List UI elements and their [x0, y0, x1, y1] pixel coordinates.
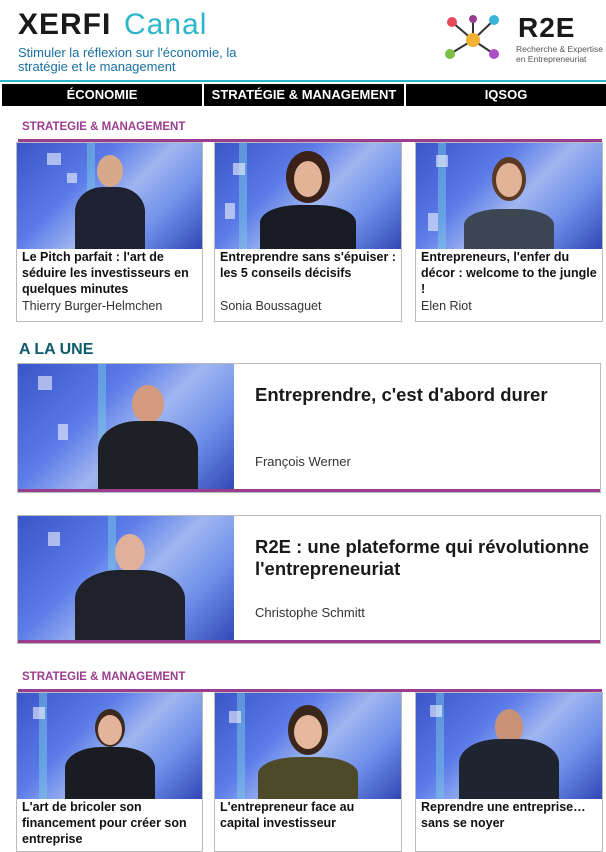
video-title[interactable]: Entreprendre sans s'épuiser : les 5 cons… [220, 249, 397, 281]
video-card[interactable]: Entreprendre sans s'épuiser : les 5 cons… [214, 142, 402, 322]
video-title[interactable]: L'entrepreneur face au capital investiss… [220, 799, 397, 831]
video-author: Thierry Burger-Helmchen [22, 299, 163, 313]
featured-video-author: Christophe Schmitt [255, 605, 365, 620]
header-divider [0, 80, 606, 82]
video-title[interactable]: Reprendre une entreprise… sans se noyer [421, 799, 598, 831]
section-label-strategie[interactable]: STRATEGIE & MANAGEMENT [22, 121, 185, 133]
video-card[interactable]: Le Pitch parfait : l'art de séduire les … [16, 142, 203, 322]
featured-video-author: François Werner [255, 454, 351, 469]
video-thumbnail[interactable] [17, 693, 202, 799]
featured-video-title[interactable]: R2E : une plateforme qui révolutionne l'… [255, 536, 600, 580]
tagline: Stimuler la réflexion sur l'économie, la… [18, 45, 237, 74]
main-nav: ÉCONOMIE STRATÉGIE & MANAGEMENT IQSOG [2, 84, 606, 106]
video-card[interactable]: L'entrepreneur face au capital investiss… [214, 692, 402, 852]
video-author: Sonia Boussaguet [220, 299, 322, 313]
logo-canal[interactable]: Canal [124, 8, 207, 42]
featured-video-title[interactable]: Entreprendre, c'est d'abord durer [255, 384, 548, 406]
video-thumbnail[interactable] [215, 693, 401, 799]
video-card[interactable]: Entrepreneurs, l'enfer du décor : welcom… [415, 142, 603, 322]
video-thumbnail[interactable] [18, 516, 234, 642]
card-accent-line [18, 489, 600, 492]
video-thumbnail[interactable] [416, 693, 602, 799]
video-thumbnail[interactable] [416, 143, 602, 249]
video-author: Elen Riot [421, 299, 472, 313]
nav-iqsog[interactable]: IQSOG [406, 84, 606, 106]
section-title-a-la-une: A LA UNE [19, 341, 94, 358]
video-card[interactable]: Reprendre une entreprise… sans se noyer [415, 692, 603, 852]
card-accent-line [18, 640, 600, 643]
section-label-strategie[interactable]: STRATEGIE & MANAGEMENT [22, 671, 185, 683]
video-title[interactable]: L'art de bricoler son financement pour c… [22, 799, 198, 847]
molecule-logo-icon[interactable] [442, 12, 504, 62]
video-thumbnail[interactable] [18, 364, 234, 491]
featured-video-card[interactable]: R2E : une plateforme qui révolutionne l'… [17, 515, 601, 644]
featured-video-card[interactable]: Entreprendre, c'est d'abord durer Franço… [17, 363, 601, 493]
logo-xerfi[interactable]: XERFI [18, 8, 111, 42]
nav-economie[interactable]: ÉCONOMIE [2, 84, 204, 106]
video-title[interactable]: Entrepreneurs, l'enfer du décor : welcom… [421, 249, 598, 297]
video-title[interactable]: Le Pitch parfait : l'art de séduire les … [22, 249, 198, 297]
video-thumbnail[interactable] [215, 143, 401, 249]
nav-strategie-management[interactable]: STRATÉGIE & MANAGEMENT [204, 84, 406, 106]
video-card[interactable]: L'art de bricoler son financement pour c… [16, 692, 203, 852]
partner-logo-r2e[interactable]: R2E [518, 12, 575, 44]
partner-subtitle: Recherche & Expertise en Entrepreneuriat [516, 44, 603, 64]
video-thumbnail[interactable] [17, 143, 202, 249]
